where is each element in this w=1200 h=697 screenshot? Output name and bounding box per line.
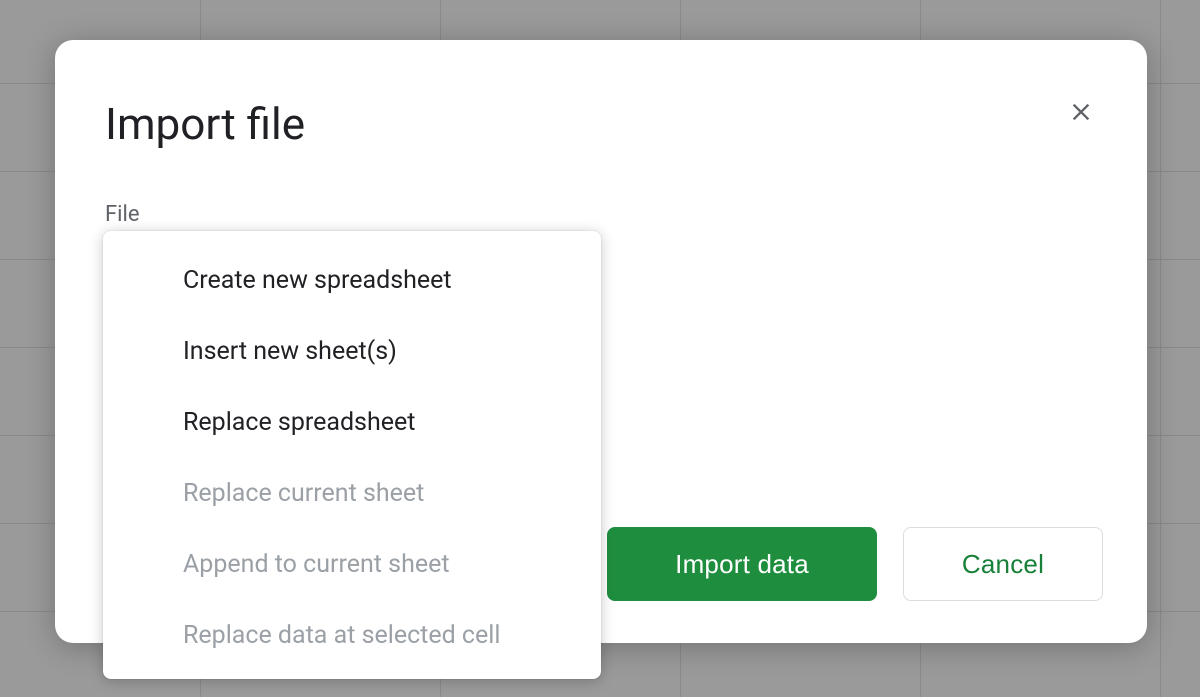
- menu-option-replace-current-sheet: Replace current sheet: [103, 458, 601, 529]
- menu-option-append-to-current-sheet: Append to current sheet: [103, 529, 601, 600]
- close-button[interactable]: [1061, 92, 1101, 132]
- menu-option-replace-data-at-selected-cell: Replace data at selected cell: [103, 600, 601, 671]
- close-icon: [1067, 98, 1095, 126]
- import-location-menu: Create new spreadsheet Insert new sheet(…: [103, 231, 601, 679]
- dialog-footer: Import data Cancel: [607, 527, 1103, 601]
- cancel-button[interactable]: Cancel: [903, 527, 1103, 601]
- menu-option-replace-spreadsheet[interactable]: Replace spreadsheet: [103, 387, 601, 458]
- dialog-title: Import file: [105, 98, 1097, 150]
- file-section-label: File: [105, 202, 1097, 227]
- menu-option-create-new-spreadsheet[interactable]: Create new spreadsheet: [103, 245, 601, 316]
- menu-option-insert-new-sheets[interactable]: Insert new sheet(s): [103, 316, 601, 387]
- import-data-button[interactable]: Import data: [607, 527, 877, 601]
